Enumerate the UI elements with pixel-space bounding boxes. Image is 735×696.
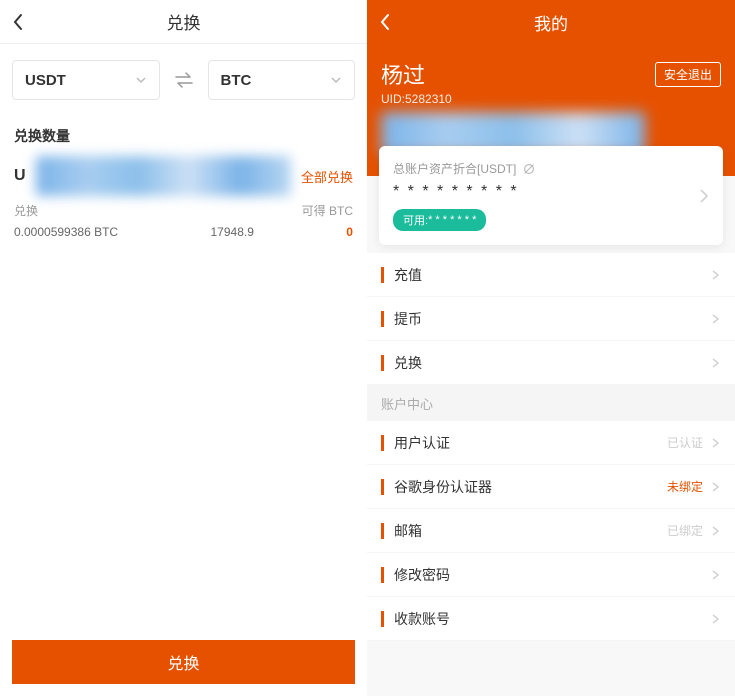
menu-item-deposit[interactable]: 充值 bbox=[367, 253, 735, 297]
available-label: 可得 BTC bbox=[302, 202, 353, 219]
amount-section-label: 兑换数量 bbox=[0, 116, 367, 154]
menu-item-exchange[interactable]: 兑换 bbox=[367, 341, 735, 385]
exchange-submit-button[interactable]: 兑换 bbox=[12, 640, 355, 684]
back-icon[interactable] bbox=[12, 13, 24, 31]
accent-bar bbox=[381, 567, 384, 583]
asset-label: 总账户资产折合[USDT] bbox=[393, 160, 516, 177]
action-menu: 充值 提币 兑换 bbox=[367, 253, 735, 385]
from-currency-select[interactable]: USDT bbox=[12, 60, 160, 100]
eye-off-icon[interactable] bbox=[522, 162, 536, 176]
profile-header: 我的 bbox=[367, 0, 735, 44]
logout-button[interactable]: 安全退出 bbox=[655, 62, 721, 87]
chevron-right-icon bbox=[711, 482, 721, 492]
available-badge: 可用: * * * * * * * bbox=[393, 209, 486, 231]
status-text: 已认证 bbox=[667, 434, 703, 451]
chevron-right-icon bbox=[711, 438, 721, 448]
chevron-right-icon bbox=[711, 270, 721, 280]
menu-item-email[interactable]: 邮箱 已绑定 bbox=[367, 509, 735, 553]
accent-bar bbox=[381, 355, 384, 371]
all-exchange-button[interactable]: 全部兑换 bbox=[301, 167, 353, 186]
status-text: 未绑定 bbox=[667, 478, 703, 495]
menu-item-withdraw[interactable]: 提币 bbox=[367, 297, 735, 341]
swap-icon[interactable] bbox=[170, 66, 198, 94]
menu-item-password[interactable]: 修改密码 bbox=[367, 553, 735, 597]
chevron-right-icon bbox=[711, 526, 721, 536]
to-currency-select[interactable]: BTC bbox=[208, 60, 356, 100]
chevron-right-icon bbox=[711, 614, 721, 624]
chevron-down-icon bbox=[135, 74, 147, 86]
page-title: 兑换 bbox=[167, 9, 201, 34]
rate-right: 0 bbox=[346, 225, 353, 239]
accent-bar bbox=[381, 479, 384, 495]
asset-value: * * * * * * * * * bbox=[393, 183, 709, 201]
to-currency-label: BTC bbox=[221, 72, 252, 89]
chevron-right-icon bbox=[711, 570, 721, 580]
uid: UID:5282310 bbox=[381, 92, 721, 106]
amount-prefix: U bbox=[14, 167, 26, 185]
asset-card[interactable]: 总账户资产折合[USDT] * * * * * * * * * 可用: * * … bbox=[379, 146, 723, 245]
chevron-down-icon bbox=[330, 74, 342, 86]
exchange-small-label: 兑换 bbox=[14, 202, 38, 219]
rate-mid: 17948.9 bbox=[211, 225, 254, 239]
page-title: 我的 bbox=[534, 10, 568, 35]
accent-bar bbox=[381, 267, 384, 283]
chevron-right-icon bbox=[711, 358, 721, 368]
accent-bar bbox=[381, 523, 384, 539]
amount-input-blurred[interactable] bbox=[36, 156, 291, 196]
accent-bar bbox=[381, 311, 384, 327]
menu-item-payment[interactable]: 收款账号 bbox=[367, 597, 735, 641]
back-icon[interactable] bbox=[379, 13, 391, 31]
accent-bar bbox=[381, 611, 384, 627]
menu-item-google-auth[interactable]: 谷歌身份认证器 未绑定 bbox=[367, 465, 735, 509]
account-center-header: 账户中心 bbox=[367, 385, 735, 421]
chevron-right-icon bbox=[699, 188, 709, 204]
from-currency-label: USDT bbox=[25, 72, 66, 89]
menu-item-verify[interactable]: 用户认证 已认证 bbox=[367, 421, 735, 465]
exchange-header: 兑换 bbox=[0, 0, 367, 44]
status-text: 已绑定 bbox=[667, 522, 703, 539]
account-menu: 用户认证 已认证 谷歌身份认证器 未绑定 邮箱 已绑定 修改密码 收款账号 bbox=[367, 421, 735, 641]
accent-bar bbox=[381, 435, 384, 451]
chevron-right-icon bbox=[711, 314, 721, 324]
rate-value: 0.0000599386 BTC bbox=[14, 225, 118, 239]
